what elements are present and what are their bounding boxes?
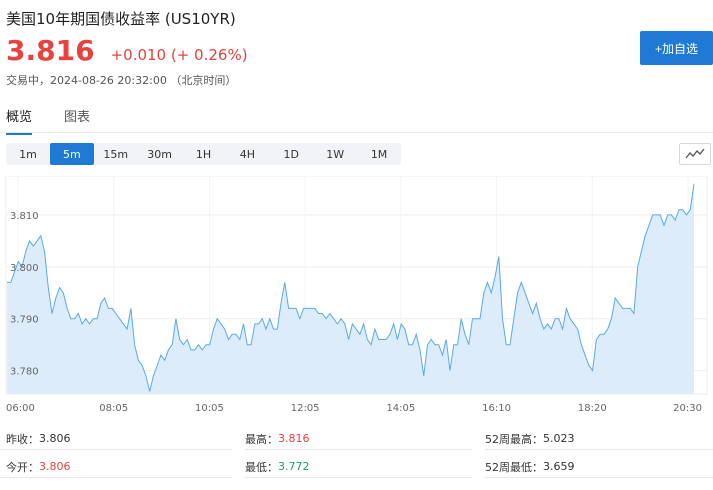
- period-30m[interactable]: 30m: [138, 143, 182, 165]
- price-change: +0.010 (+ 0.26%): [110, 46, 248, 64]
- y-tick-label: 3.800: [10, 263, 39, 274]
- stat-value: 3.772: [278, 460, 310, 473]
- stat-label: 52周最低：: [485, 460, 543, 474]
- stats-row-1: 昨收： 3.806 最高： 3.816 52周最高： 5.023: [0, 428, 713, 452]
- x-tick-label: 18:20: [578, 403, 607, 414]
- x-tick-label: 08:05: [99, 403, 128, 414]
- x-tick-label: 10:05: [195, 403, 224, 414]
- stat-value: 3.806: [39, 432, 71, 445]
- x-tick-label: 16:10: [482, 403, 511, 414]
- stat-value: 5.023: [543, 432, 575, 445]
- line-chart-icon: [685, 148, 705, 159]
- stat-prev-close: 昨收： 3.806: [0, 428, 232, 450]
- main-tabs: 概览 图表: [6, 106, 90, 135]
- stat-value: 3.806: [39, 460, 71, 473]
- chart-type-toggle[interactable]: [679, 143, 711, 165]
- tab-overview[interactable]: 概览: [6, 106, 33, 135]
- instrument-title: 美国10年期国债收益率 (US10YR): [6, 10, 236, 28]
- stat-52w-low: 52周最低： 3.659: [485, 456, 713, 478]
- period-1h[interactable]: 1H: [182, 143, 226, 165]
- price-chart[interactable]: 3.780 3.790 3.800 3.810 06:00 08:05 10:05 12:05…: [0, 176, 713, 420]
- period-1m[interactable]: 1m: [6, 143, 50, 165]
- stat-label: 52周最高：: [485, 432, 543, 446]
- stat-label: 最高：: [245, 432, 278, 446]
- period-1w[interactable]: 1W: [313, 143, 357, 165]
- last-price: 3.816: [6, 34, 95, 67]
- stat-high: 最高： 3.816: [245, 428, 472, 450]
- stat-value: 3.659: [543, 460, 575, 473]
- price-row: 3.816 +0.010 (+ 0.26%): [6, 34, 248, 67]
- stat-open: 今开： 3.806: [0, 456, 232, 478]
- x-tick-label: 12:05: [291, 403, 320, 414]
- x-tick-label: 20:30: [673, 403, 702, 414]
- stat-52w-high: 52周最高： 5.023: [485, 428, 713, 450]
- period-15m[interactable]: 15m: [94, 143, 138, 165]
- tab-chart[interactable]: 图表: [64, 106, 90, 135]
- stat-label: 最低：: [245, 460, 278, 474]
- y-tick-label: 3.810: [10, 211, 39, 222]
- stat-value: 3.816: [278, 432, 310, 445]
- stat-label: 今开：: [6, 460, 39, 474]
- x-tick-label: 14:05: [386, 403, 415, 414]
- x-tick-label: 06:00: [6, 403, 35, 414]
- y-tick-label: 3.780: [10, 367, 39, 378]
- period-5m[interactable]: 5m: [49, 143, 94, 165]
- stat-low: 最低： 3.772: [245, 456, 472, 478]
- y-tick-label: 3.790: [10, 315, 39, 326]
- period-selector: 1m 5m 15m 30m 1H 4H 1D 1W 1M: [6, 143, 401, 165]
- trading-status: 交易中，2024-08-26 20:32:00 （北京时间）: [6, 74, 237, 87]
- stats-row-2: 今开： 3.806 最低： 3.772 52周最低： 3.659: [0, 456, 713, 480]
- tabs-divider: [0, 132, 713, 133]
- period-1d[interactable]: 1D: [269, 143, 313, 165]
- period-4h[interactable]: 4H: [225, 143, 269, 165]
- period-1mo[interactable]: 1M: [357, 143, 401, 165]
- add-to-watchlist-button[interactable]: +加自选: [640, 31, 713, 65]
- stat-label: 昨收：: [6, 432, 39, 446]
